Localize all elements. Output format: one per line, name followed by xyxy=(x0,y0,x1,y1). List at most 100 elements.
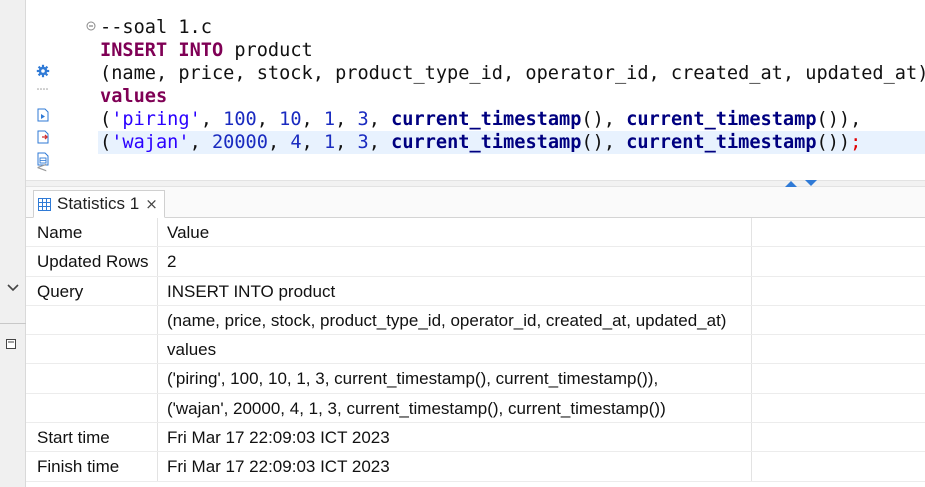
tab-label: Statistics 1 xyxy=(57,194,140,213)
code-area[interactable]: --soal 1.c INSERT INTO product (name, pric… xyxy=(98,16,925,154)
gear-icon[interactable] xyxy=(36,64,50,78)
table-grid-icon xyxy=(38,197,51,211)
code-token: values xyxy=(100,86,168,107)
code-token: 'piring' xyxy=(111,109,201,130)
dotted-separator-icon xyxy=(37,88,48,90)
code-line[interactable]: values xyxy=(100,85,925,108)
grid-filler xyxy=(752,394,925,422)
grid-filler xyxy=(752,277,925,305)
table-row[interactable]: (name, price, stock, product_type_id, op… xyxy=(26,305,925,336)
code-line[interactable]: ('piring', 100, 10, 1, 3, current_timest… xyxy=(100,108,925,131)
code-token: current_timestamp xyxy=(626,132,817,153)
row-value-cell[interactable]: ('wajan', 20000, 4, 1, 3, current_timest… xyxy=(158,393,752,423)
row-value-cell[interactable]: (name, price, stock, product_type_id, op… xyxy=(158,305,752,335)
row-name-cell[interactable] xyxy=(26,305,158,335)
row-name-cell[interactable]: Updated Rows xyxy=(26,247,158,276)
row-value-cell[interactable]: INSERT INTO product xyxy=(158,276,752,305)
code-line[interactable]: (name, price, stock, product_type_id, op… xyxy=(100,62,925,85)
restore-icon[interactable] xyxy=(5,338,17,350)
code-token: ( xyxy=(100,109,112,130)
code-token: 3 xyxy=(357,109,369,130)
code-token: ()), xyxy=(816,109,862,130)
grid-filler xyxy=(752,218,925,246)
table-row[interactable]: values xyxy=(26,335,925,365)
row-name-cell[interactable] xyxy=(26,393,158,423)
row-name-cell[interactable]: Finish time xyxy=(26,452,158,481)
row-name-cell[interactable]: Start time xyxy=(26,423,158,452)
code-token: 20000 xyxy=(211,132,268,153)
grid-header-row: Name Value xyxy=(26,218,925,248)
code-token: , xyxy=(301,132,324,153)
code-token: , xyxy=(335,109,358,130)
code-token: , xyxy=(267,132,291,153)
execute-script-icon[interactable] xyxy=(36,108,50,122)
code-token: ; xyxy=(850,132,862,153)
code-token: , xyxy=(368,109,392,130)
sql-editor[interactable]: --soal 1.c INSERT INTO product (name, pric… xyxy=(70,0,925,180)
row-name-cell[interactable] xyxy=(26,335,158,364)
code-token: 1 xyxy=(323,132,336,153)
code-token: current_timestamp xyxy=(391,109,582,130)
outer-gutter xyxy=(0,0,26,487)
grid-filler xyxy=(752,364,925,392)
table-row[interactable]: ('piring', 100, 10, 1, 3, current_timest… xyxy=(26,364,925,394)
column-header-value[interactable]: Value xyxy=(158,218,752,247)
fold-collapse-icon[interactable] xyxy=(86,21,96,31)
table-row[interactable]: Start time Fri Mar 17 22:09:03 ICT 2023 xyxy=(26,423,925,453)
scroll-left-icon[interactable]: < xyxy=(36,160,48,176)
editor-gutter xyxy=(26,0,70,180)
code-token: (), xyxy=(581,109,627,130)
row-name-cell[interactable]: Query xyxy=(26,276,158,305)
code-token: , xyxy=(368,132,392,153)
tab-statistics[interactable]: Statistics 1 × xyxy=(33,190,165,218)
code-token: 100 xyxy=(223,109,257,130)
code-line[interactable]: --soal 1.c xyxy=(100,16,925,39)
row-value-cell[interactable]: values xyxy=(158,335,752,364)
row-value-cell[interactable]: Fri Mar 17 22:09:03 ICT 2023 xyxy=(158,452,752,481)
row-value-cell[interactable]: Fri Mar 17 22:09:03 ICT 2023 xyxy=(158,423,752,452)
code-token: (name, price, stock, product_type_id, op… xyxy=(100,63,925,84)
code-token: ( xyxy=(100,132,112,153)
code-token: 'wajan' xyxy=(111,132,190,153)
chevron-down-icon[interactable] xyxy=(6,282,20,294)
code-token: INSERT xyxy=(100,40,168,61)
code-token: product xyxy=(223,40,313,61)
table-row[interactable]: ('wajan', 20000, 4, 1, 3, current_timest… xyxy=(26,393,925,424)
grid-filler xyxy=(752,306,925,334)
export-script-icon[interactable] xyxy=(36,130,50,144)
table-row[interactable]: Updated Rows 2 xyxy=(26,247,925,277)
grid-filler xyxy=(752,423,925,451)
code-token: (), xyxy=(581,132,627,153)
code-token: current_timestamp xyxy=(626,109,817,130)
row-value-cell[interactable]: 2 xyxy=(158,247,752,276)
code-token: , xyxy=(335,132,358,153)
code-token: INTO xyxy=(178,40,224,61)
code-line[interactable]: ('wajan', 20000, 4, 1, 3, current_timest… xyxy=(98,131,925,154)
close-icon[interactable]: × xyxy=(145,195,158,213)
gutter-divider xyxy=(0,323,26,324)
grid-filler xyxy=(752,247,925,275)
code-line[interactable]: INSERT INTO product xyxy=(100,39,925,62)
grid-filler xyxy=(752,452,925,480)
grid-filler xyxy=(752,335,925,363)
table-row[interactable]: Finish time Fri Mar 17 22:09:03 ICT 2023 xyxy=(26,452,925,482)
results-panel: Statistics 1 × Name Value Updated Rows 2… xyxy=(26,187,925,487)
code-token: , xyxy=(200,109,224,130)
editor-horizontal-scrollbar[interactable]: < xyxy=(26,158,856,178)
code-token: 3 xyxy=(357,132,369,153)
code-token: current_timestamp xyxy=(391,132,582,153)
code-token: , xyxy=(189,132,212,153)
code-token: 10 xyxy=(279,109,302,130)
results-tabbar: Statistics 1 × xyxy=(26,187,925,218)
code-token: 4 xyxy=(290,132,302,153)
statistics-grid: Name Value Updated Rows 2 Query INSERT I… xyxy=(26,218,925,482)
table-row[interactable]: Query INSERT INTO product xyxy=(26,276,925,306)
row-value-cell[interactable]: ('piring', 100, 10, 1, 3, current_timest… xyxy=(158,364,752,393)
code-token: --soal 1.c xyxy=(100,17,212,38)
code-token: 1 xyxy=(323,109,336,130)
row-name-cell[interactable] xyxy=(26,364,158,393)
code-token: ()) xyxy=(816,132,851,153)
column-header-name[interactable]: Name xyxy=(26,218,158,247)
code-token: , xyxy=(301,109,324,130)
